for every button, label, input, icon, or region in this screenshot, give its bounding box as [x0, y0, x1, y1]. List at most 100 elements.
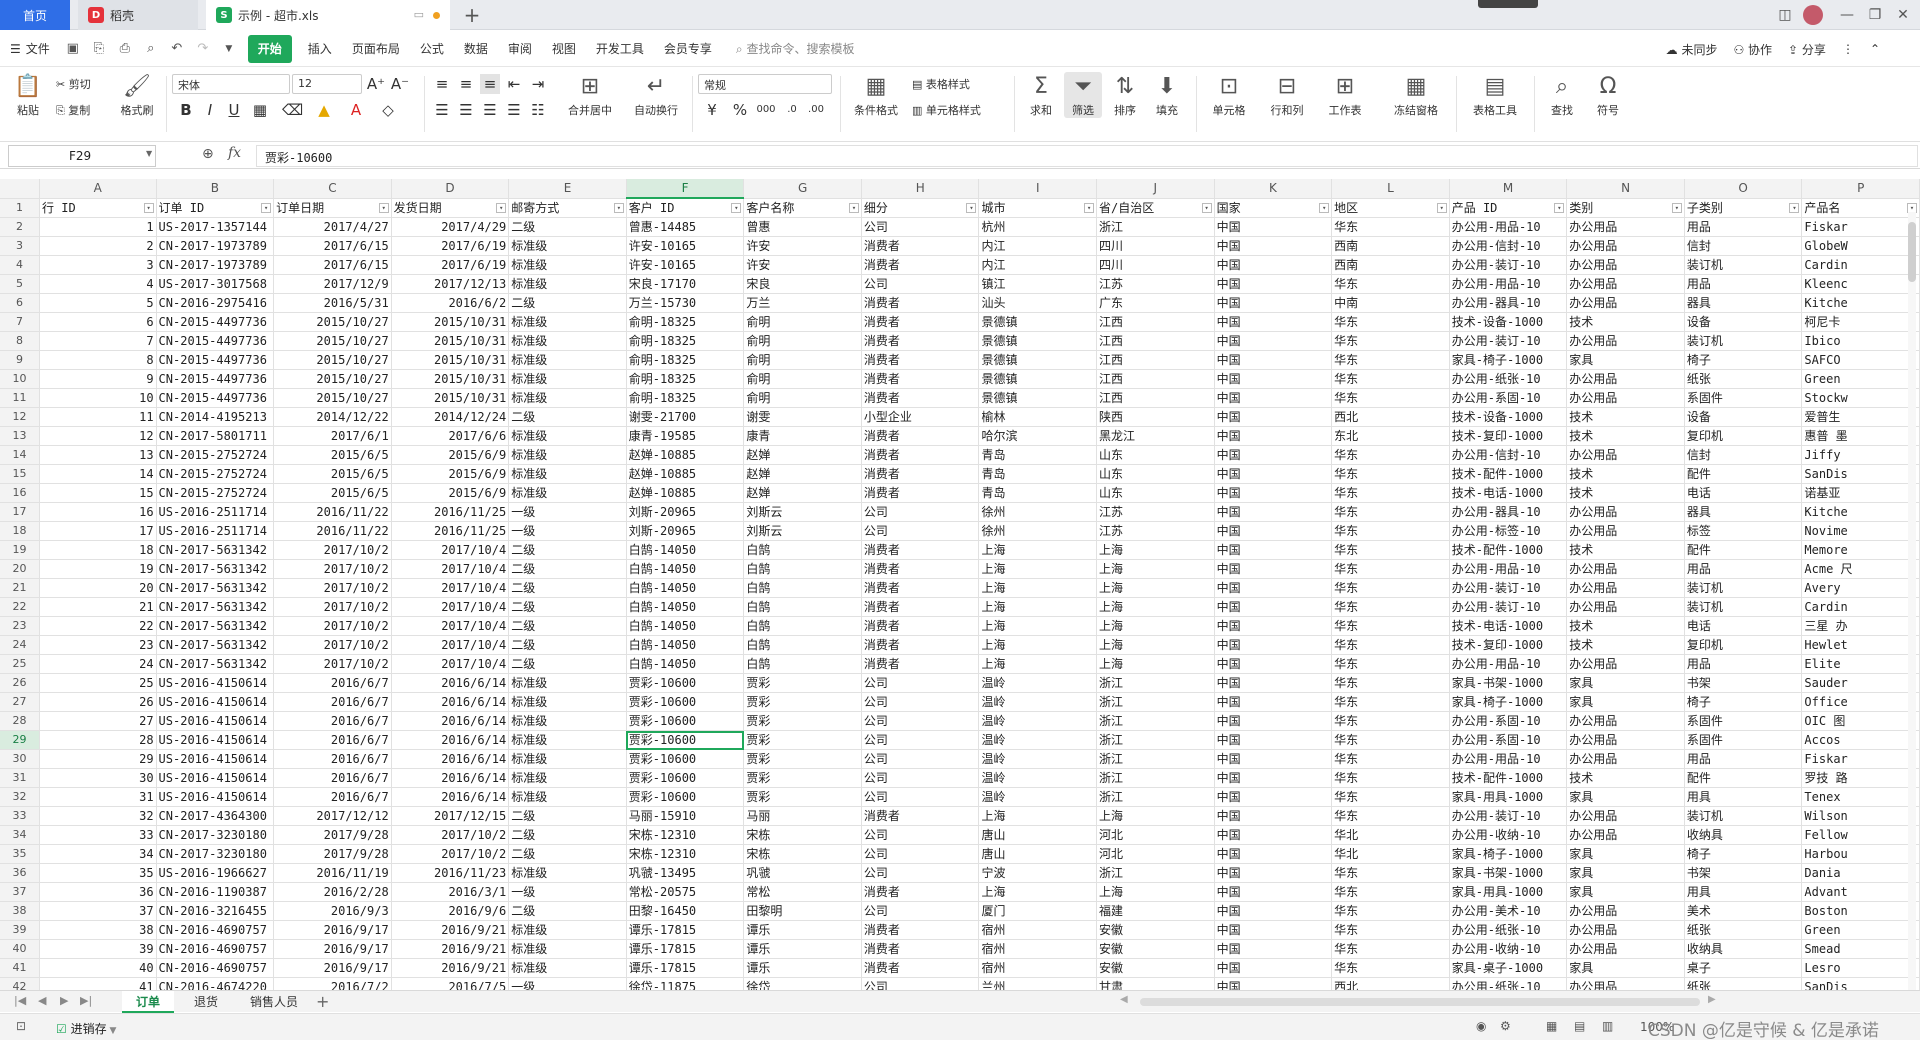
cell[interactable]: 办公用品 — [1566, 369, 1685, 389]
cell[interactable]: 赵婵-10885 — [626, 464, 745, 484]
field-header-cell[interactable]: 地区 ▾ — [1331, 198, 1450, 218]
cell[interactable]: 二级 — [508, 407, 627, 427]
cell[interactable]: 俞明-18325 — [626, 369, 745, 389]
eraser-icon[interactable]: ⌫ — [282, 100, 303, 120]
cell[interactable]: 赵婵 — [743, 445, 862, 465]
cell[interactable]: 办公用-纸张-10 — [1449, 369, 1568, 389]
cell[interactable]: SAFCO — [1801, 350, 1920, 370]
cell[interactable]: 公司 — [861, 977, 980, 990]
cell[interactable]: 标准级 — [508, 939, 627, 959]
cell[interactable]: 标准级 — [508, 863, 627, 883]
cell[interactable]: 2017/9/28 — [273, 844, 392, 864]
page-view-icon[interactable]: ▤ — [1574, 1019, 1585, 1033]
row-header[interactable]: 30 — [0, 749, 41, 769]
cell[interactable]: 华东 — [1331, 502, 1450, 522]
cell[interactable]: CN-2017-1973789 — [156, 236, 275, 256]
cell[interactable]: CN-2017-5631342 — [156, 578, 275, 598]
cell[interactable]: 办公用-系固-10 — [1449, 730, 1568, 750]
cell[interactable]: 4 — [39, 274, 157, 294]
cell[interactable]: 电话 — [1684, 616, 1803, 636]
cell[interactable]: 上海 — [1096, 882, 1215, 902]
cell[interactable]: 28 — [39, 730, 157, 750]
filter-dropdown-icon[interactable]: ▾ — [378, 202, 389, 213]
cell[interactable]: 标准级 — [508, 369, 627, 389]
cell[interactable]: 华东 — [1331, 274, 1450, 294]
cell[interactable]: 2017/9/28 — [273, 825, 392, 845]
cell[interactable]: Smead — [1801, 939, 1920, 959]
cell[interactable]: 办公用品 — [1566, 293, 1685, 313]
menu-developer[interactable]: 开发工具 — [586, 35, 654, 63]
cell[interactable]: 中国 — [1214, 331, 1333, 351]
clear-format-icon[interactable]: ◇ — [378, 100, 398, 120]
cell[interactable]: CN-2014-4195213 — [156, 407, 275, 427]
cell[interactable]: 宋良 — [743, 274, 862, 294]
cell[interactable]: 公司 — [861, 730, 980, 750]
cell[interactable]: 上海 — [1096, 540, 1215, 560]
cell[interactable]: 技术-复印-1000 — [1449, 635, 1568, 655]
cell[interactable]: 6 — [39, 312, 157, 332]
cell[interactable]: US-2016-4150614 — [156, 730, 275, 750]
cell[interactable]: 镇江 — [978, 274, 1098, 294]
cell[interactable]: 山东 — [1096, 445, 1215, 465]
decimal-increase-icon[interactable]: .0 — [782, 100, 802, 120]
cell[interactable]: 四川 — [1096, 236, 1215, 256]
cell[interactable]: 装订机 — [1684, 578, 1803, 598]
cell[interactable]: 办公用-收纳-10 — [1449, 939, 1568, 959]
cell[interactable]: 用品 — [1684, 217, 1803, 237]
cell[interactable]: 2014/12/24 — [391, 407, 510, 427]
cell[interactable]: 白鹄 — [743, 635, 862, 655]
cell[interactable]: 白鹄 — [743, 597, 862, 617]
cell[interactable]: 2015/10/27 — [273, 350, 392, 370]
cell[interactable]: 浙江 — [1096, 863, 1215, 883]
column-header-O[interactable]: O — [1684, 179, 1803, 199]
column-header-M[interactable]: M — [1449, 179, 1568, 199]
cell[interactable]: 2017/12/9 — [273, 274, 392, 294]
cell[interactable]: 赵婵-10885 — [626, 483, 745, 503]
filter-dropdown-icon[interactable]: ▾ — [848, 202, 859, 213]
cell[interactable]: 西南 — [1331, 236, 1450, 256]
name-box[interactable]: F29 — [8, 145, 156, 167]
cell[interactable]: 华东 — [1331, 521, 1450, 541]
cell[interactable]: 宋良-17170 — [626, 274, 745, 294]
cell[interactable]: 中国 — [1214, 502, 1333, 522]
cell[interactable]: 2017/6/1 — [273, 426, 392, 446]
cell[interactable]: 用品 — [1684, 654, 1803, 674]
cell[interactable]: 2017/12/13 — [391, 274, 510, 294]
cell[interactable]: 徐州 — [978, 521, 1098, 541]
cell[interactable]: 椅子 — [1684, 692, 1803, 712]
first-sheet-icon[interactable]: |◀ — [14, 994, 26, 1007]
cell[interactable]: 2016/11/22 — [273, 502, 392, 522]
cell[interactable]: 美术 — [1684, 901, 1803, 921]
row-header[interactable]: 31 — [0, 768, 41, 788]
cell[interactable]: CN-2017-5631342 — [156, 654, 275, 674]
paste-button[interactable]: 📋 粘贴 — [10, 72, 46, 118]
cell[interactable]: 中国 — [1214, 445, 1333, 465]
cell[interactable]: 26 — [39, 692, 157, 712]
cell[interactable]: 一级 — [508, 502, 627, 522]
cell[interactable]: 巩虢 — [743, 863, 862, 883]
cell[interactable]: 公司 — [861, 274, 980, 294]
cell[interactable]: 办公用品 — [1566, 502, 1685, 522]
cell[interactable]: 2016/6/14 — [391, 749, 510, 769]
cell[interactable]: 技术 — [1566, 616, 1685, 636]
cell[interactable]: 中国 — [1214, 901, 1333, 921]
cell[interactable]: 刘斯-20965 — [626, 521, 745, 541]
cell[interactable]: 华东 — [1331, 711, 1450, 731]
row-header[interactable]: 7 — [0, 312, 41, 332]
cell[interactable]: 消费者 — [861, 312, 980, 332]
cell[interactable]: CN-2017-5801711 — [156, 426, 275, 446]
cell[interactable]: 中国 — [1214, 692, 1333, 712]
cell[interactable]: Kleenc — [1801, 274, 1920, 294]
cell[interactable]: 马丽 — [743, 806, 862, 826]
distribute-icon[interactable]: ☷ — [528, 100, 548, 120]
cell[interactable]: 2 — [39, 236, 157, 256]
row-header[interactable]: 27 — [0, 692, 41, 712]
cell[interactable]: CN-2016-1190387 — [156, 882, 275, 902]
cell[interactable]: 电话 — [1684, 483, 1803, 503]
cell[interactable]: Fellow — [1801, 825, 1920, 845]
cell[interactable]: 13 — [39, 445, 157, 465]
cell[interactable]: 装订机 — [1684, 597, 1803, 617]
tab-daoke[interactable]: D 稻壳 — [78, 0, 198, 30]
cell[interactable]: 10 — [39, 388, 157, 408]
cell[interactable]: 2017/10/2 — [391, 825, 510, 845]
